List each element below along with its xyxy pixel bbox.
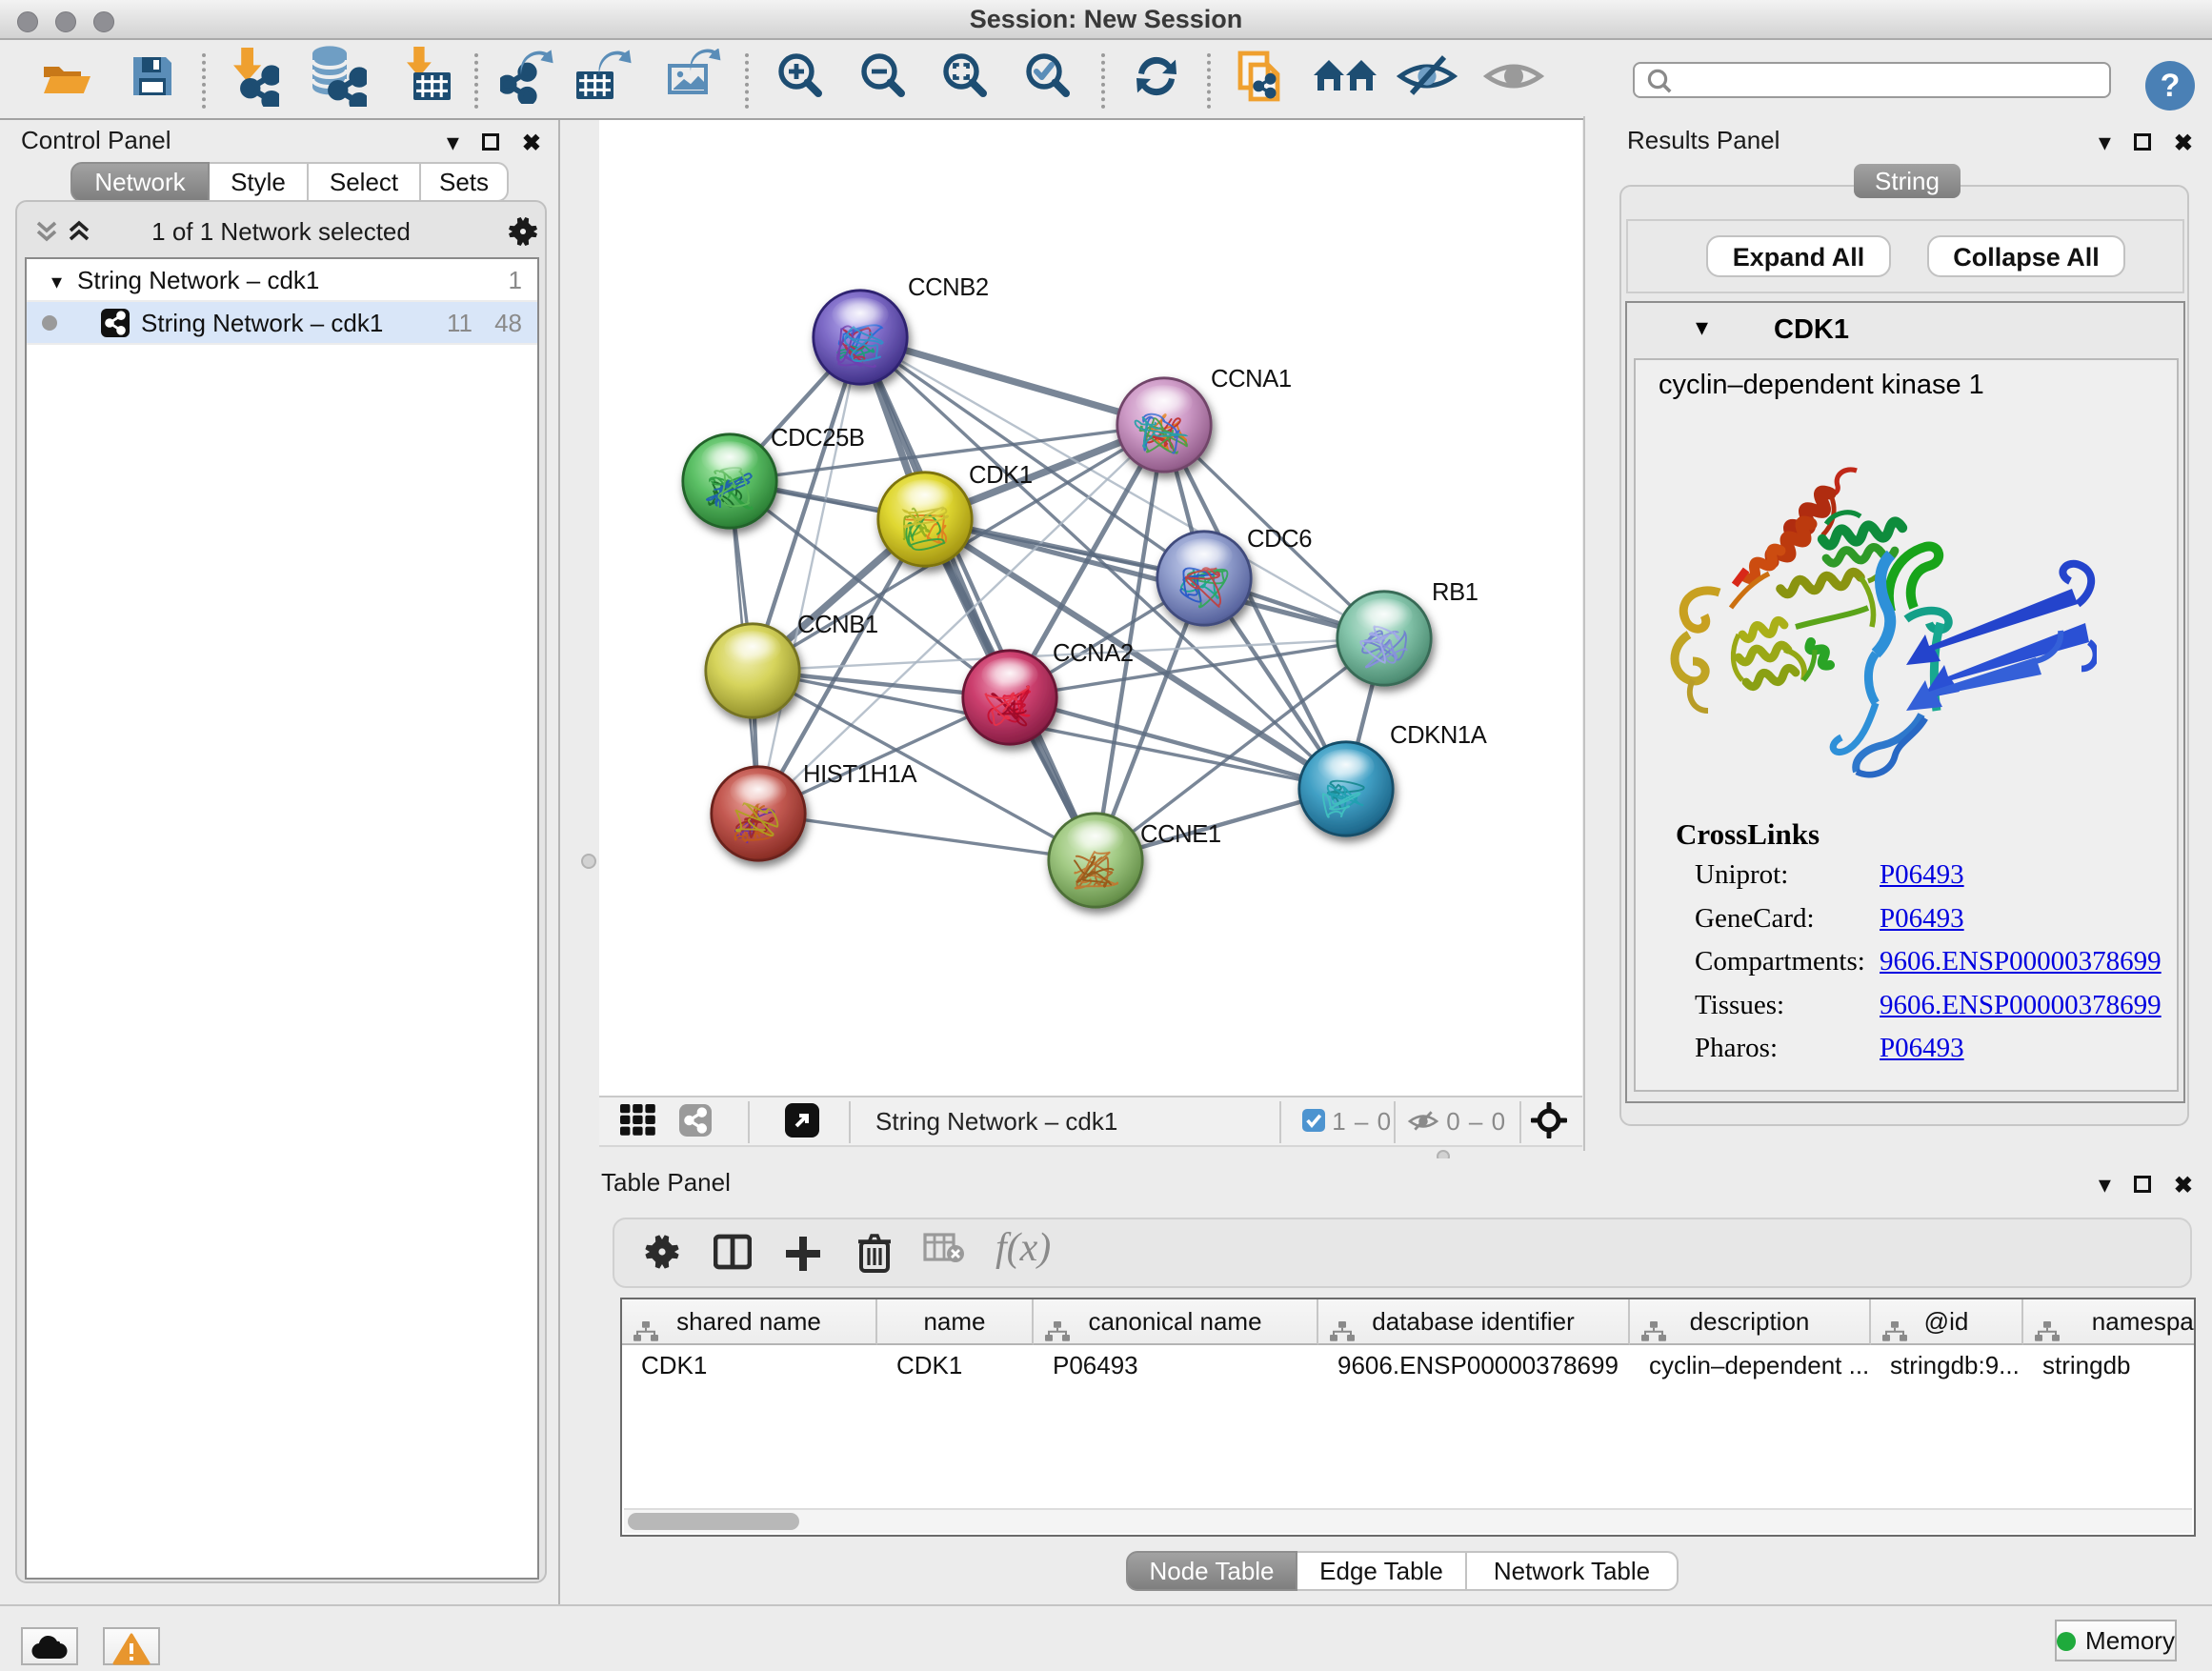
svg-text:RB1: RB1 xyxy=(1432,579,1478,606)
svg-text:CCNE1: CCNE1 xyxy=(1140,821,1221,848)
svg-text:CCNB2: CCNB2 xyxy=(908,274,989,301)
svg-text:HIST1H1A: HIST1H1A xyxy=(803,761,917,788)
svg-text:CDKN1A: CDKN1A xyxy=(1390,722,1488,749)
svg-text:CDC25B: CDC25B xyxy=(771,425,865,452)
svg-text:CDC6: CDC6 xyxy=(1247,526,1312,553)
svg-text:CCNB1: CCNB1 xyxy=(797,612,878,638)
svg-text:CCNA1: CCNA1 xyxy=(1211,366,1292,393)
svg-text:CCNA2: CCNA2 xyxy=(1053,640,1134,667)
svg-text:CDK1: CDK1 xyxy=(969,462,1033,489)
